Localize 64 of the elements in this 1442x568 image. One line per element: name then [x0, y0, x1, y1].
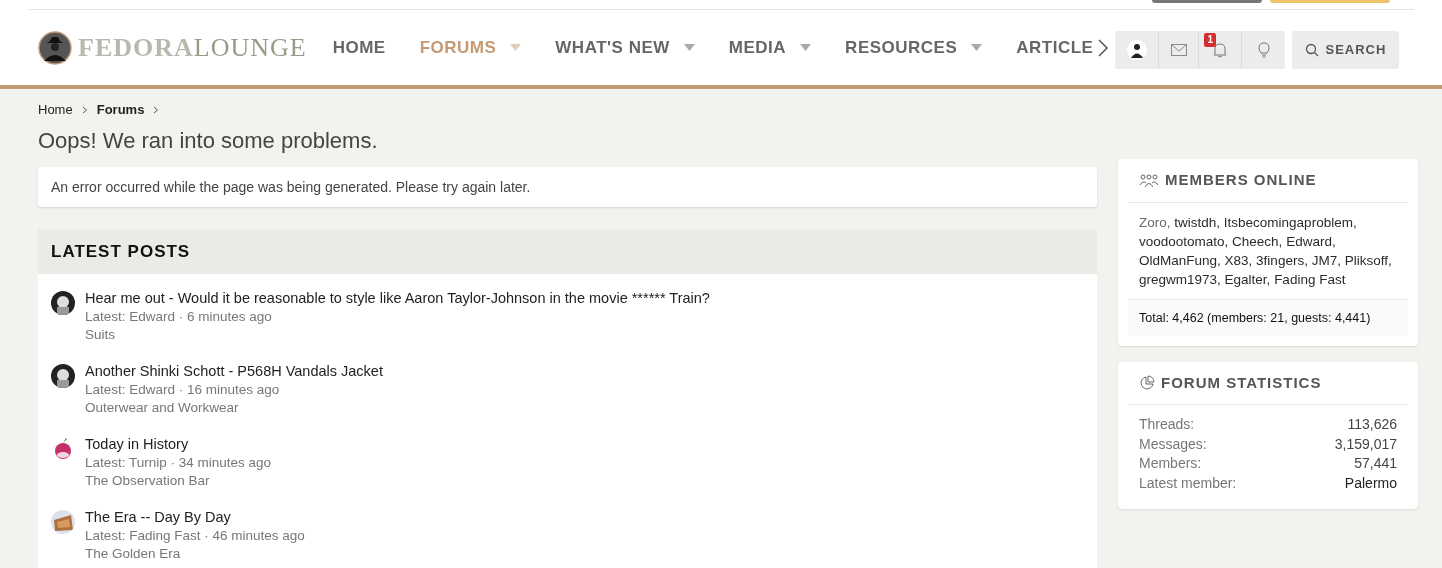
dropdown-caret-icon[interactable]: [800, 44, 812, 51]
dropdown-caret-icon[interactable]: [683, 44, 695, 51]
member-link[interactable]: gregwm1973,: [1139, 272, 1221, 287]
avatar-icon: [1126, 40, 1147, 60]
error-message: An error occurred while the page was being generated. Please try again later.: [51, 177, 531, 197]
member-link[interactable]: Edward,: [1286, 234, 1336, 249]
dropdown-caret-icon[interactable]: [510, 44, 522, 51]
thread-link[interactable]: Hear me out - Would it be reasonable to style like Aaron Taylor-Johnson in the movie ****** Train?: [85, 289, 710, 308]
search-icon: [1305, 43, 1320, 57]
member-link[interactable]: twistdh,: [1174, 215, 1221, 230]
forum-link[interactable]: The Golden Era: [85, 545, 305, 563]
panel-heading: LATEST POSTS: [51, 240, 191, 263]
nav-tab[interactable]: MEDIA: [728, 34, 787, 61]
member-link[interactable]: 3fingers,: [1256, 253, 1308, 268]
breadcrumb-link[interactable]: Forums: [96, 100, 145, 120]
member-link[interactable]: Zoro,: [1139, 215, 1171, 230]
online-total: Total: 4,462 (members: 21, guests: 4,441): [1139, 309, 1371, 327]
mail-icon: [1170, 44, 1187, 56]
member-link[interactable]: Cheech,: [1232, 234, 1283, 249]
lightbulb-icon: [1257, 42, 1270, 58]
chevron-right-icon: [81, 106, 88, 114]
nav-tab[interactable]: WHAT'S NEW: [555, 34, 670, 61]
member-link[interactable]: Fading Fast: [1274, 272, 1346, 287]
member-link[interactable]: Itsbecomingaproblem,: [1223, 215, 1357, 230]
member-link[interactable]: Egalter,: [1224, 272, 1271, 287]
stat-label: Messages:: [1139, 434, 1207, 454]
stat-label: Members:: [1139, 454, 1202, 473]
thread-link[interactable]: The Era -- Day By Day: [85, 508, 305, 527]
post-meta: Latest: Edward · 6 minutes ago: [85, 308, 273, 326]
page-title: Oops! We ran into some problems.: [38, 127, 379, 155]
forum-link[interactable]: Suits: [85, 326, 710, 344]
member-link[interactable]: Pliksoff,: [1344, 253, 1392, 268]
fedora-man-icon: [38, 30, 72, 65]
forum-link[interactable]: Outerwear and Workwear: [85, 399, 383, 417]
forum-link[interactable]: The Observation Bar: [85, 472, 272, 490]
stat-value: 57,441: [1354, 454, 1397, 473]
post-meta: Latest: Edward · 16 minutes ago: [85, 381, 281, 399]
card-heading: MEMBERS ONLINE: [1165, 170, 1317, 191]
thread-link[interactable]: Another Shinki Schott - P568H Vandals Jacket: [85, 362, 383, 381]
alert-count-badge: 1: [1204, 33, 1217, 47]
member-link[interactable]: JM7,: [1311, 253, 1341, 268]
member-link[interactable]: X83,: [1224, 253, 1253, 268]
breadcrumb-link[interactable]: Home: [38, 100, 73, 120]
member-link[interactable]: Palermo: [1344, 473, 1397, 493]
stat-value: 3,159,017: [1334, 434, 1397, 454]
nav-tab[interactable]: ARTICLE: [1016, 34, 1094, 61]
dropdown-caret-icon[interactable]: [971, 44, 983, 51]
chevron-right-icon[interactable]: [1097, 37, 1110, 58]
stat-value: 113,626: [1347, 415, 1397, 434]
nav-tab[interactable]: RESOURCES: [845, 34, 958, 61]
post-meta: Latest: Turnip · 34 minutes ago: [85, 454, 272, 472]
stat-label: Threads:: [1139, 415, 1195, 434]
pie-chart-icon: [1139, 375, 1155, 391]
people-icon: [1139, 173, 1159, 188]
card-heading: FORUM STATISTICS: [1161, 372, 1322, 393]
member-link[interactable]: OldManFung,: [1139, 253, 1221, 268]
search-button[interactable]: SEARCH: [1292, 31, 1400, 69]
chevron-right-icon: [153, 106, 160, 114]
member-link[interactable]: voodootomato,: [1139, 234, 1229, 249]
nav-tab[interactable]: HOME: [332, 34, 386, 61]
post-meta: Latest: Fading Fast · 46 minutes ago: [85, 527, 305, 545]
thread-link[interactable]: Today in History: [85, 435, 272, 454]
bell-icon: [1213, 42, 1228, 58]
stat-label: Latest member:: [1139, 473, 1237, 493]
